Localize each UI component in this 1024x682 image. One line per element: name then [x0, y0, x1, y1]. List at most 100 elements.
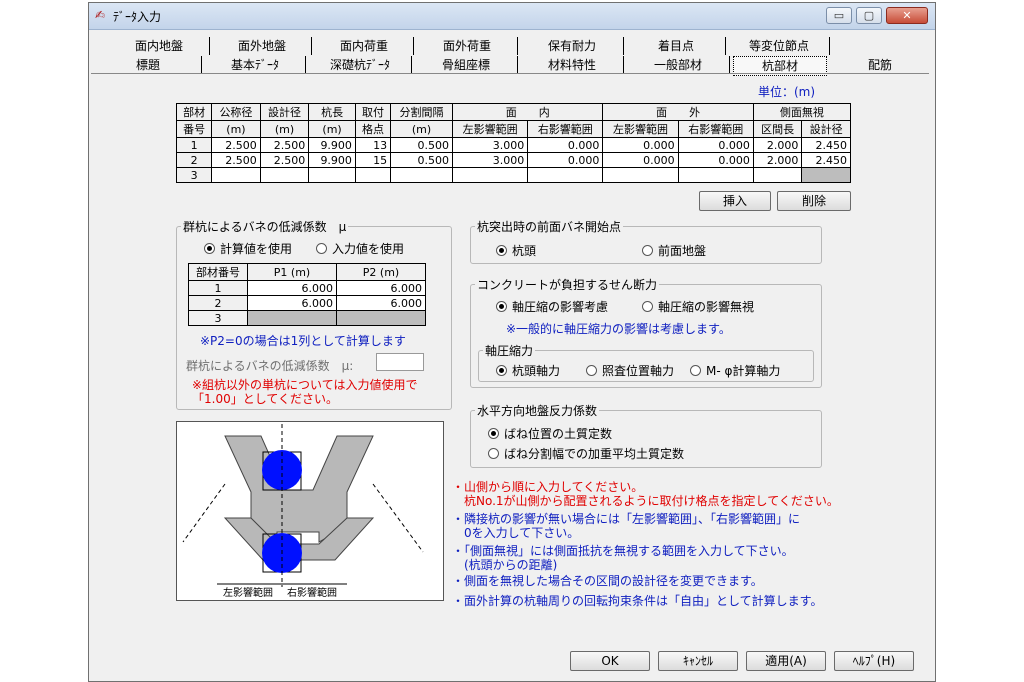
row-number: 3	[175, 167, 213, 183]
table-cell[interactable]: 0.000	[602, 137, 679, 153]
delete-button[interactable]: 削除	[777, 191, 851, 211]
table-cell[interactable]: 2.500	[259, 137, 310, 153]
table-cell[interactable]: 2.450	[801, 152, 851, 168]
table-cell[interactable]: 13	[354, 137, 392, 153]
radio-pile-head[interactable]: 杭頭	[496, 242, 536, 259]
table-cell[interactable]: 0.000	[527, 152, 604, 168]
table-cell[interactable]	[308, 167, 356, 183]
table-cell[interactable]: 0.500	[390, 137, 453, 153]
radio-axial-ignored[interactable]: 軸圧縮の影響無視	[642, 298, 754, 315]
table-cell[interactable]: 0.500	[390, 152, 453, 168]
group-reduction-legend: 群杭によるバネの低減係数 μ	[183, 220, 347, 234]
front-spring-legend: 杭突出時の前面バネ開始点	[477, 220, 622, 234]
tab-basic-data[interactable]: 基本ﾃﾞｰﾀ	[205, 56, 306, 74]
radio-use-input[interactable]: 入力値を使用	[316, 240, 404, 257]
title-bar[interactable]: ✍ ﾃﾞｰﾀ入力 ▭ ▢ ✕	[89, 3, 935, 30]
shear-legend: コンクリートが負担するせん断力	[477, 278, 658, 292]
axial-force-legend: 軸圧縮力	[485, 344, 534, 358]
maximize-button[interactable]: ▢	[856, 7, 882, 24]
tab-outplane-load[interactable]: 面外荷重	[417, 37, 518, 55]
cancel-button[interactable]: ｷｬﾝｾﾙ	[658, 651, 738, 671]
ok-button[interactable]: OK	[570, 651, 650, 671]
table-cell[interactable]	[211, 167, 261, 183]
note-line-6: (杭頭からの距離)	[452, 558, 558, 572]
table-cell[interactable]: 15	[354, 152, 392, 168]
header-cell: 設計径	[801, 120, 851, 138]
close-button[interactable]: ✕	[886, 7, 928, 24]
left-range-label: 左影響範囲	[223, 588, 273, 599]
table-row: 3	[188, 310, 426, 326]
tab-capacity[interactable]: 保有耐力	[521, 37, 624, 55]
table-cell[interactable]	[527, 167, 604, 183]
table-cell[interactable]: 2.450	[801, 137, 851, 153]
table-cell[interactable]: 2.500	[211, 152, 261, 168]
header-cell: 右影響範囲	[677, 120, 754, 138]
radio-m-phi-axial[interactable]: M- φ計算軸力	[690, 362, 780, 379]
table-row: 1 2.500 2.500 9.900 13 0.500 3.000 0.000…	[175, 137, 851, 153]
mu-input[interactable]	[376, 353, 424, 371]
col-nominal: 公称径	[211, 103, 261, 121]
unit-label: 単位：(m)	[758, 85, 816, 99]
tab-focus-point[interactable]: 着目点	[627, 37, 726, 55]
table-cell[interactable]	[801, 167, 851, 183]
tab-deep-pile[interactable]: 深礎杭ﾃﾞｰﾀ	[309, 56, 412, 74]
table-cell[interactable]: 2.500	[211, 137, 261, 153]
radio-use-calculated[interactable]: 計算値を使用	[204, 240, 292, 257]
table-cell[interactable]	[602, 167, 679, 183]
table-cell[interactable]: 0.000	[677, 137, 754, 153]
note-line-7: ・側面を無視した場合その区間の設計径を変更できます。	[452, 574, 763, 588]
tab-frame-coords[interactable]: 骨組座標	[415, 56, 518, 74]
radio-spring-position-soil[interactable]: ばね位置の土質定数	[488, 425, 612, 442]
table-cell[interactable]: 9.900	[308, 137, 356, 153]
tab-outplane-ground[interactable]: 面外地盤	[213, 37, 312, 55]
col-side-ignore: 側面無視	[752, 103, 852, 121]
apply-button[interactable]: 適用(A)	[746, 651, 826, 671]
insert-button[interactable]: 挿入	[699, 191, 771, 211]
table-cell[interactable]: 0.000	[677, 152, 754, 168]
table-cell[interactable]: 2.000	[752, 137, 803, 153]
radio-dot	[586, 365, 597, 376]
table-cell[interactable]	[336, 310, 426, 326]
table-cell[interactable]	[259, 167, 310, 183]
table-cell[interactable]: 9.900	[308, 152, 356, 168]
tab-inplane-ground[interactable]: 面内地盤	[109, 37, 210, 55]
radio-weighted-average-soil[interactable]: ばね分割幅での加重平均土質定数	[488, 445, 684, 462]
table-cell[interactable]: 2.000	[752, 152, 803, 168]
member-table: 部材 公称径 設計径 杭長 取付 分割間隔 面 内 面 外 側面無視 番号 (m…	[175, 103, 852, 183]
minimize-button[interactable]: ▭	[826, 7, 852, 24]
table-cell[interactable]: 6.000	[336, 295, 426, 311]
tab-equal-disp-node[interactable]: 等変位節点	[729, 37, 830, 55]
row-number: 1	[188, 280, 248, 296]
table-cell[interactable]	[247, 310, 337, 326]
radio-front-ground[interactable]: 前面地盤	[642, 242, 706, 259]
table-cell[interactable]: 3.000	[451, 137, 529, 153]
radio-dot	[204, 243, 215, 254]
table-cell[interactable]	[677, 167, 754, 183]
radio-label: M- φ計算軸力	[706, 364, 781, 378]
table-cell[interactable]	[390, 167, 453, 183]
tab-material[interactable]: 材料特性	[521, 56, 624, 74]
radio-check-position-axial[interactable]: 照査位置軸力	[586, 362, 674, 379]
table-cell[interactable]: 0.000	[602, 152, 679, 168]
table-cell[interactable]: 0.000	[527, 137, 604, 153]
tab-general-member[interactable]: 一般部材	[627, 56, 730, 74]
radio-head-axial[interactable]: 杭頭軸力	[496, 362, 560, 379]
help-button[interactable]: ﾍﾙﾌﾟ(H)	[834, 651, 914, 671]
table-cell[interactable]: 2.500	[259, 152, 310, 168]
table-cell[interactable]: 6.000	[247, 295, 337, 311]
table-cell[interactable]: 3.000	[451, 152, 529, 168]
tab-inplane-load[interactable]: 面内荷重	[315, 37, 414, 55]
radio-label: 軸圧縮の影響無視	[658, 300, 755, 314]
table-cell[interactable]	[752, 167, 803, 183]
table-row: 1 6.000 6.000	[188, 280, 426, 296]
tab-title[interactable]: 標題	[95, 56, 202, 74]
radio-axial-considered[interactable]: 軸圧縮の影響考慮	[496, 298, 608, 315]
table-cell[interactable]	[354, 167, 392, 183]
tab-reinforcement[interactable]: 配筋	[831, 56, 929, 74]
table-cell[interactable]	[451, 167, 529, 183]
note-line-2: 杭No.1が山側から配置されるように取付け格点を指定してください。	[452, 494, 839, 508]
table-cell[interactable]: 6.000	[336, 280, 426, 296]
row-number: 1	[175, 137, 213, 153]
table-cell[interactable]: 6.000	[247, 280, 337, 296]
header-cell: (m)	[308, 120, 356, 138]
